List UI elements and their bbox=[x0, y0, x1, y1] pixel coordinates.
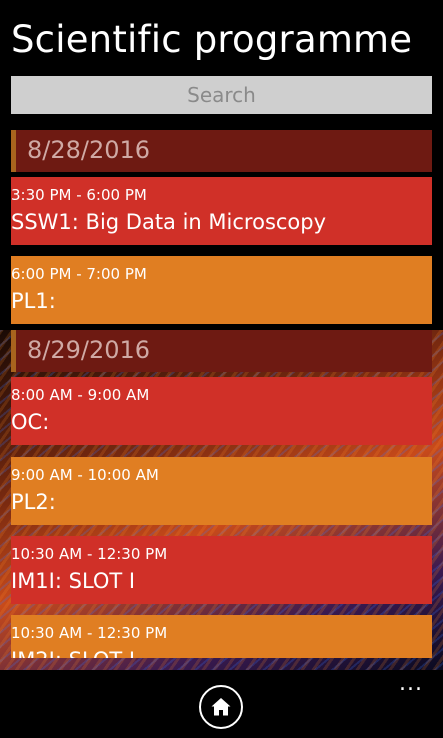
session-list[interactable]: 8/28/2016 3:30 PM - 6:00 PM SSW1: Big Da… bbox=[11, 130, 432, 658]
session-item[interactable]: 3:30 PM - 6:00 PM SSW1: Big Data in Micr… bbox=[11, 177, 432, 245]
search-input[interactable]: Search bbox=[11, 76, 432, 114]
session-time: 3:30 PM - 6:00 PM bbox=[11, 186, 147, 204]
session-time: 8:00 AM - 9:00 AM bbox=[11, 386, 150, 404]
session-title: OC: bbox=[11, 410, 50, 434]
date-header: 8/28/2016 bbox=[11, 130, 432, 172]
session-item[interactable]: 6:00 PM - 7:00 PM PL1: bbox=[11, 256, 432, 324]
session-item[interactable]: 10:30 AM - 12:30 PM IM1I: SLOT I bbox=[11, 536, 432, 604]
session-item[interactable]: 8:00 AM - 9:00 AM OC: bbox=[11, 377, 432, 445]
session-title: IM1I: SLOT I bbox=[11, 569, 136, 593]
more-options-button[interactable]: ... bbox=[396, 673, 426, 695]
page-title: Scientific programme bbox=[11, 18, 413, 61]
session-time: 9:00 AM - 10:00 AM bbox=[11, 466, 159, 484]
session-title: PL1: bbox=[11, 289, 56, 313]
date-header: 8/29/2016 bbox=[11, 330, 432, 372]
session-item[interactable]: 10:30 AM - 12:30 PM IM2I: SLOT I bbox=[11, 615, 432, 658]
session-time: 6:00 PM - 7:00 PM bbox=[11, 265, 147, 283]
date-label: 8/29/2016 bbox=[27, 336, 151, 364]
session-time: 10:30 AM - 12:30 PM bbox=[11, 545, 168, 563]
session-item[interactable]: 9:00 AM - 10:00 AM PL2: bbox=[11, 457, 432, 525]
home-button[interactable] bbox=[199, 685, 243, 729]
date-label: 8/28/2016 bbox=[27, 136, 151, 164]
app-bar: ... bbox=[0, 672, 443, 738]
home-icon bbox=[211, 698, 231, 716]
session-time: 10:30 AM - 12:30 PM bbox=[11, 624, 168, 642]
session-title: IM2I: SLOT I bbox=[11, 648, 135, 658]
session-title: PL2: bbox=[11, 490, 56, 514]
session-title: SSW1: Big Data in Microscopy bbox=[11, 210, 327, 234]
